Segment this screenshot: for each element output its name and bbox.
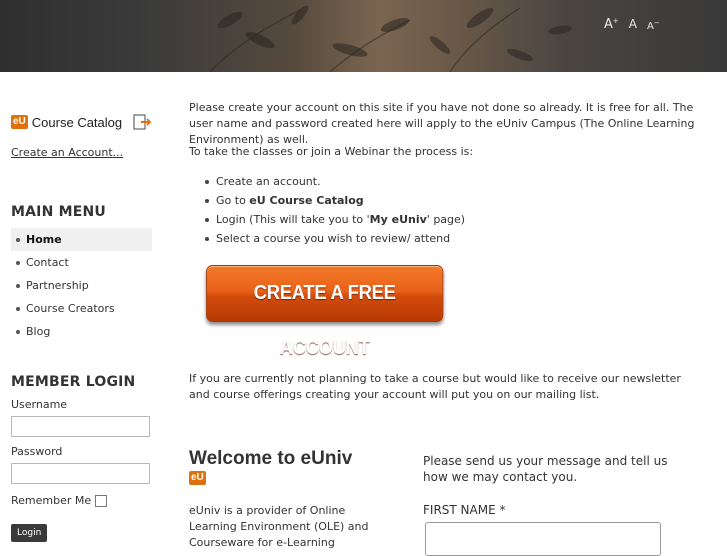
- step-go-to-catalog-bold: eU Course Catalog: [249, 194, 364, 207]
- member-login-heading: MEMBER LOGIN: [11, 374, 136, 390]
- course-catalog-link[interactable]: eU Course Catalog: [11, 110, 156, 134]
- header-banner: A+ A A−: [0, 0, 727, 72]
- remember-me-row: Remember Me: [11, 494, 108, 507]
- welcome-text: eUniv is a provider of Online Learning E…: [189, 504, 369, 549]
- menu-item-partnership[interactable]: Partnership: [11, 274, 152, 297]
- step-login: Login (This will take you to 'My eUniv' …: [205, 210, 465, 229]
- username-label: Username: [11, 398, 68, 411]
- remember-me-checkbox[interactable]: [95, 494, 108, 507]
- menu-item-contact[interactable]: Contact: [11, 251, 152, 274]
- first-name-input[interactable]: [425, 522, 661, 556]
- menu-item-course-creators[interactable]: Course Creators: [11, 297, 152, 320]
- password-label: Password: [11, 445, 63, 458]
- main-menu-heading: MAIN MENU: [11, 204, 106, 220]
- username-input[interactable]: [11, 416, 150, 437]
- font-decrease-button[interactable]: A−: [647, 19, 660, 32]
- font-size-tools: A+ A A−: [604, 17, 660, 32]
- login-button[interactable]: Login: [11, 524, 48, 542]
- font-reset-button[interactable]: A: [629, 17, 637, 31]
- step-go-to-catalog-prefix: Go to: [216, 194, 250, 207]
- step-login-prefix: Login (This will take you to ': [216, 213, 370, 226]
- eu-logo-badge: eU: [11, 115, 28, 129]
- welcome-title: Welcome to eUniv: [189, 448, 353, 469]
- menu-item-blog[interactable]: Blog: [11, 320, 152, 343]
- create-account-link-text: Create an Account: [11, 146, 113, 159]
- font-increase-sup: +: [612, 17, 619, 25]
- sidebar: eU Course Catalog Create an Account... M…: [11, 110, 156, 542]
- course-catalog-title: Course Catalog: [31, 114, 123, 130]
- eu-logo-badge-small: eU: [189, 471, 206, 485]
- step-go-to-catalog: Go to eU Course Catalog: [205, 191, 465, 210]
- process-intro: To take the classes or join a Webinar th…: [189, 145, 474, 158]
- step-login-suffix: ' page): [426, 213, 466, 226]
- create-account-link[interactable]: Create an Account...: [11, 146, 123, 159]
- font-increase-label: A: [604, 17, 613, 33]
- contact-intro: Please send us your message and tell us …: [423, 454, 668, 484]
- step-select-course: Select a course you wish to review/ atte…: [205, 229, 465, 248]
- menu-item-home[interactable]: Home: [11, 228, 152, 251]
- process-steps-list: Create an account. Go to eU Course Catal…: [205, 172, 465, 248]
- step-create-account: Create an account.: [205, 172, 465, 191]
- font-decrease-label: A: [647, 21, 654, 33]
- font-increase-button[interactable]: A+: [604, 17, 619, 32]
- font-decrease-sup: −: [653, 19, 660, 27]
- external-link-icon: [133, 114, 152, 130]
- remember-me-label: Remember Me: [11, 494, 92, 507]
- first-name-label: FIRST NAME *: [423, 503, 506, 517]
- step-login-bold: My eUniv: [369, 213, 427, 226]
- newsletter-paragraph: If you are currently not planning to tak…: [189, 372, 681, 401]
- create-free-account-button[interactable]: CREATE A FREE ACCOUNT: [206, 265, 444, 359]
- main-menu: Home Contact Partnership Course Creators…: [11, 228, 152, 343]
- intro-paragraph: Please create your account on this site …: [189, 101, 695, 146]
- create-account-link-dots: ...: [112, 146, 124, 159]
- password-input[interactable]: [11, 463, 150, 484]
- foliage-decoration: [209, 5, 572, 72]
